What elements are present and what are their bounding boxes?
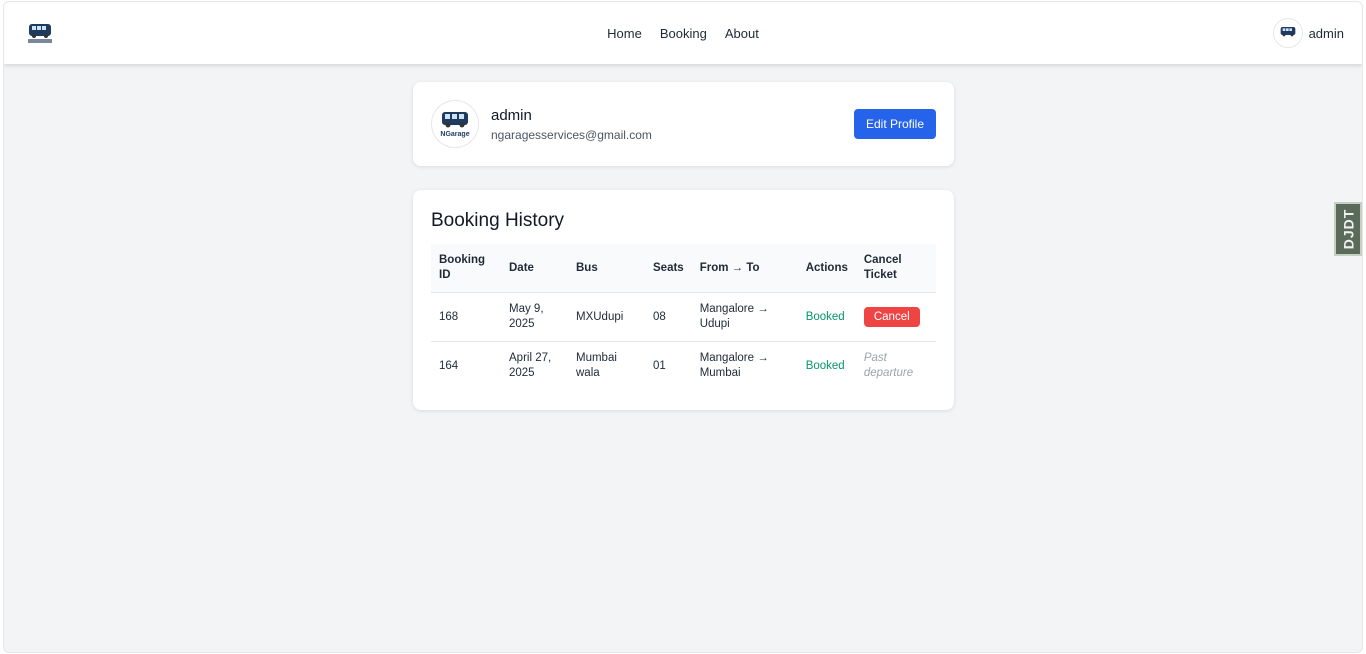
booking-id-cell: 168 — [431, 292, 501, 342]
col-bus: Bus — [576, 261, 598, 274]
nav-booking-link[interactable]: Booking — [660, 26, 707, 41]
nav-about-link[interactable]: About — [725, 26, 759, 41]
col-date: Date — [509, 261, 534, 274]
col-booking-id: Booking ID — [439, 254, 485, 281]
table-row: 164 April 27, 2025 Mumbai wala 01 Mangal… — [431, 341, 936, 390]
bus-avatar-icon — [1280, 27, 1295, 37]
date-cell: May 9, 2025 — [501, 292, 568, 342]
col-route: From → To — [699, 261, 760, 274]
cancel-ticket-button[interactable]: Cancel — [863, 307, 920, 327]
bus-logo-icon — [28, 24, 52, 43]
profile-info: admin ngaragesservices@gmail.com — [491, 107, 854, 142]
col-actions: Actions — [805, 261, 848, 274]
cancel-cell: Cancel — [855, 292, 936, 342]
nav-home-link[interactable]: Home — [607, 26, 642, 41]
profile-name: admin — [491, 106, 532, 124]
profile-email: ngaragesservices@gmail.com — [491, 127, 652, 142]
booking-id-cell: 164 — [431, 341, 501, 390]
bus-cell: MXUdupi — [568, 292, 645, 342]
date-cell: April 27, 2025 — [501, 341, 568, 390]
debug-toolbar-tab[interactable]: DJDT — [1334, 202, 1362, 256]
navbar: Home Booking About admin — [4, 2, 1362, 64]
status-cell: Booked — [797, 292, 856, 342]
profile-card: NGarage admin ngaragesservices@gmail.com… — [413, 82, 954, 166]
col-cancel-ticket: Cancel Ticket — [863, 254, 902, 281]
profile-avatar: NGarage — [431, 100, 479, 148]
past-departure-text: Past departure — [855, 341, 936, 390]
status-cell: Booked — [797, 341, 856, 390]
seats-cell: 08 — [645, 292, 692, 342]
brand-logo[interactable] — [24, 19, 56, 47]
route-cell: Mangalore → Mumbai — [691, 341, 798, 390]
booking-history-card: Booking History Booking ID Date Bus Seat… — [413, 190, 954, 410]
user-menu[interactable]: admin — [1272, 18, 1344, 48]
ngarage-logo-icon: NGarage — [440, 112, 470, 138]
route-cell: Mangalore → Udupi — [691, 292, 798, 342]
col-seats: Seats — [653, 261, 684, 274]
debug-toolbar-label: DJDT — [1340, 208, 1356, 250]
booking-history-title: Booking History — [431, 210, 565, 231]
bus-cell: Mumbai wala — [568, 341, 645, 390]
seats-cell: 01 — [645, 341, 692, 390]
edit-profile-button[interactable]: Edit Profile — [853, 109, 936, 139]
nav-links: Home Booking About — [4, 2, 1362, 64]
user-avatar — [1272, 18, 1303, 48]
app-frame: Home Booking About admin NGarage admin n… — [3, 1, 1363, 653]
user-name: admin — [1308, 25, 1344, 41]
logo-text: NGarage — [440, 131, 469, 138]
booking-history-table: Booking ID Date Bus Seats From → To Acti… — [431, 244, 936, 390]
table-row: 168 May 9, 2025 MXUdupi 08 Mangalore → U… — [431, 292, 936, 342]
table-header-row: Booking ID Date Bus Seats From → To Acti… — [431, 244, 936, 293]
